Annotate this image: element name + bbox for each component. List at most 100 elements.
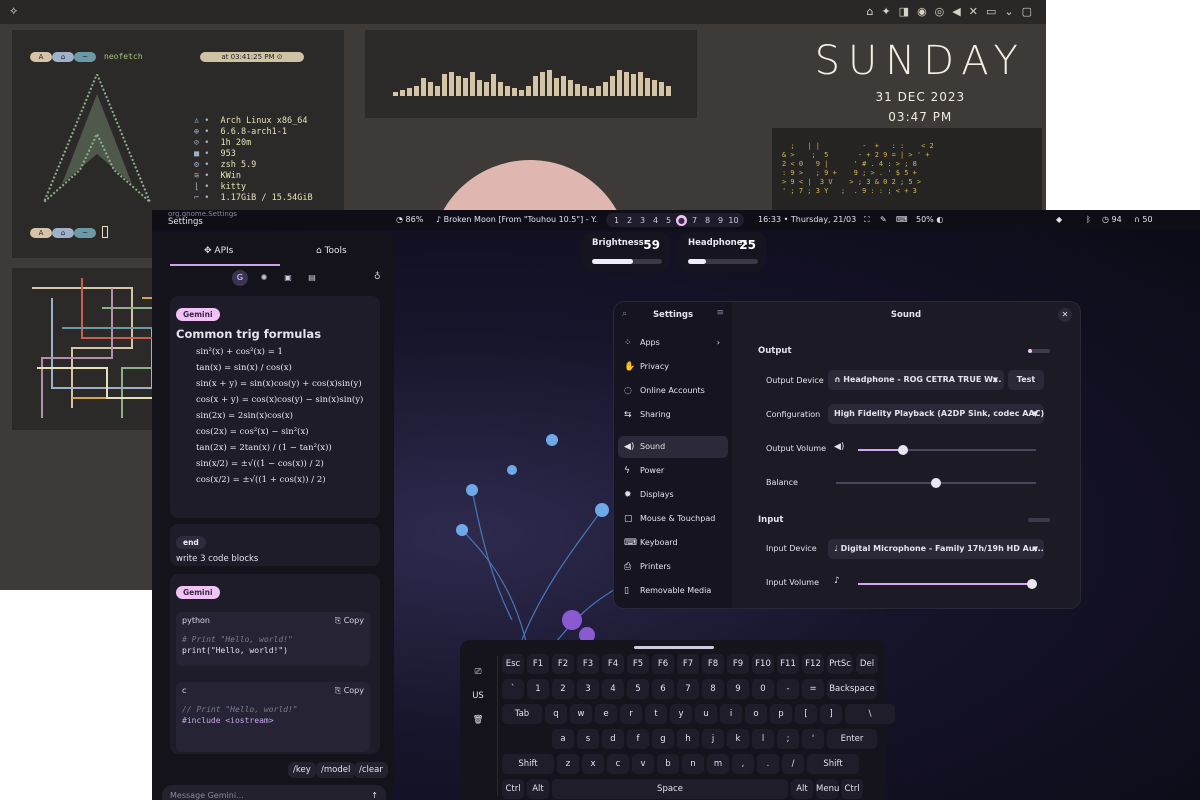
key-f3[interactable]: F3 <box>577 654 599 674</box>
sidebar-item-displays[interactable]: ✹ Displays <box>618 484 728 506</box>
key-0[interactable]: 0 <box>752 679 774 699</box>
key-7[interactable]: 7 <box>677 679 699 699</box>
temperature-indicator[interactable]: ◷ 94 <box>1102 213 1122 227</box>
test-button[interactable]: Test <box>1008 370 1044 390</box>
sidebar-item-printers[interactable]: ⎙ Printers <box>618 556 728 578</box>
key-ctrl[interactable]: Ctrl <box>502 779 524 799</box>
openai-provider-icon[interactable]: ✺ <box>256 270 272 286</box>
key-backspace[interactable]: Backspace <box>827 679 877 699</box>
bluetooth-icon[interactable]: ᛒ <box>1086 213 1091 227</box>
wifi-icon[interactable]: ◆ <box>1056 213 1062 227</box>
key-u[interactable]: u <box>695 704 717 724</box>
key-b[interactable]: b <box>657 754 679 774</box>
fullscreen-icon[interactable]: ⛶ <box>864 213 870 227</box>
workspace-1[interactable]: 1 <box>610 216 623 225</box>
key-symbol[interactable]: ' <box>802 729 824 749</box>
key-f7[interactable]: F7 <box>677 654 699 674</box>
key-prtsc[interactable]: PrtSc <box>827 654 853 674</box>
sidebar-item-sharing[interactable]: ⇆ Sharing <box>618 404 728 426</box>
key-symbol[interactable]: ` <box>502 679 524 699</box>
copy-button[interactable]: ⎘ Copy <box>335 612 364 630</box>
key-symbol[interactable]: [ <box>795 704 817 724</box>
key-f4[interactable]: F4 <box>602 654 624 674</box>
key-1[interactable]: 1 <box>527 679 549 699</box>
workspace-3[interactable]: 3 <box>636 216 649 225</box>
key-f9[interactable]: F9 <box>727 654 749 674</box>
key-j[interactable]: j <box>702 729 724 749</box>
message-input[interactable]: Message Gemini... ↑ <box>162 785 386 800</box>
keyboard-icon[interactable]: ⌨ <box>896 213 908 227</box>
key-f1[interactable]: F1 <box>527 654 549 674</box>
key-d[interactable]: d <box>602 729 624 749</box>
output-volume-slider[interactable] <box>858 445 1036 455</box>
volume-indicator[interactable]: 50% ◐ <box>916 213 943 227</box>
key-del[interactable]: Del <box>856 654 878 674</box>
key-symbol[interactable]: ] <box>820 704 842 724</box>
key-g[interactable]: g <box>652 729 674 749</box>
tab-tools[interactable]: ⌂ Tools <box>316 246 347 256</box>
video-provider-icon[interactable]: ▤ <box>304 270 320 286</box>
command-clear[interactable]: /clear <box>354 762 388 778</box>
sidebar-item-mouse-touchpad[interactable]: ▢ Mouse & Touchpad <box>618 508 728 530</box>
key-alt[interactable]: Alt <box>527 779 549 799</box>
configuration-dropdown[interactable]: High Fidelity Playback (A2DP Sink, codec… <box>828 404 1044 424</box>
output-device-dropdown[interactable]: ∩ Headphone - ROG CETRA TRUE W... ▼ <box>828 370 1004 390</box>
command-key[interactable]: /key <box>288 762 316 778</box>
key-n[interactable]: n <box>682 754 704 774</box>
key-tab[interactable]: Tab <box>502 704 542 724</box>
key-a[interactable]: a <box>552 729 574 749</box>
color-picker-icon[interactable]: ✎ <box>880 213 887 227</box>
send-icon[interactable]: ↑ <box>371 785 378 800</box>
key-symbol[interactable]: ; <box>777 729 799 749</box>
menu-icon[interactable]: ≡ <box>716 308 724 318</box>
key-enter[interactable]: Enter <box>827 729 877 749</box>
key-symbol[interactable]: = <box>802 679 824 699</box>
key-8[interactable]: 8 <box>702 679 724 699</box>
key-shift[interactable]: Shift <box>807 754 859 774</box>
key-m[interactable]: m <box>707 754 729 774</box>
key-x[interactable]: x <box>582 754 604 774</box>
key-f12[interactable]: F12 <box>802 654 824 674</box>
workspace-2[interactable]: 2 <box>623 216 636 225</box>
workspace-6[interactable]: ● <box>676 214 687 226</box>
workspace-10[interactable]: 10 <box>727 216 740 225</box>
sidebar-item-online-accounts[interactable]: ◌ Online Accounts <box>618 380 728 402</box>
keyboard-pin-icon[interactable]: ⎚ <box>464 660 492 684</box>
key-z[interactable]: z <box>557 754 579 774</box>
command-model[interactable]: /model <box>316 762 356 778</box>
key-ctrl[interactable]: Ctrl <box>841 779 863 799</box>
keyboard-clear-icon[interactable]: 🗑 <box>464 708 492 732</box>
workspace-8[interactable]: 8 <box>701 216 714 225</box>
key-4[interactable]: 4 <box>602 679 624 699</box>
sidebar-item-sound[interactable]: ◀) Sound <box>618 436 728 458</box>
copy-button[interactable]: ⎘ Copy <box>335 682 364 700</box>
key-symbol[interactable]: - <box>777 679 799 699</box>
key-y[interactable]: y <box>670 704 692 724</box>
output-volume-knob[interactable] <box>897 445 908 455</box>
key-symbol[interactable]: \ <box>845 704 895 724</box>
sidebar-item-keyboard[interactable]: ⌨ Keyboard <box>618 532 728 554</box>
workspace-4[interactable]: 4 <box>649 216 662 225</box>
key-9[interactable]: 9 <box>727 679 749 699</box>
key-p[interactable]: p <box>770 704 792 724</box>
key-space[interactable]: Space <box>552 779 788 799</box>
key-2[interactable]: 2 <box>552 679 574 699</box>
workspace-7[interactable]: 7 <box>688 216 701 225</box>
key-menu[interactable]: Menu <box>816 779 839 799</box>
key-f6[interactable]: F6 <box>652 654 674 674</box>
keyboard-layout[interactable]: US <box>464 684 492 708</box>
key-shift[interactable]: Shift <box>502 754 554 774</box>
key-3[interactable]: 3 <box>577 679 599 699</box>
media-indicator[interactable]: ♪ Broken Moon [From "Touhou 10.5"] - Y..… <box>436 213 598 227</box>
gemini-provider-icon[interactable]: G <box>232 270 248 286</box>
sidebar-item-removable-media[interactable]: ▯ Removable Media <box>618 580 728 602</box>
close-icon[interactable]: ✕ <box>1058 308 1072 322</box>
key-f2[interactable]: F2 <box>552 654 574 674</box>
key-r[interactable]: r <box>620 704 642 724</box>
key-f[interactable]: f <box>627 729 649 749</box>
key-e[interactable]: e <box>595 704 617 724</box>
workspace-9[interactable]: 9 <box>714 216 727 225</box>
topbar-clock[interactable]: 16:33 • Thursday, 21/03 <box>758 213 856 227</box>
tab-apis[interactable]: ✥ APIs <box>204 246 233 256</box>
key-l[interactable]: l <box>752 729 774 749</box>
